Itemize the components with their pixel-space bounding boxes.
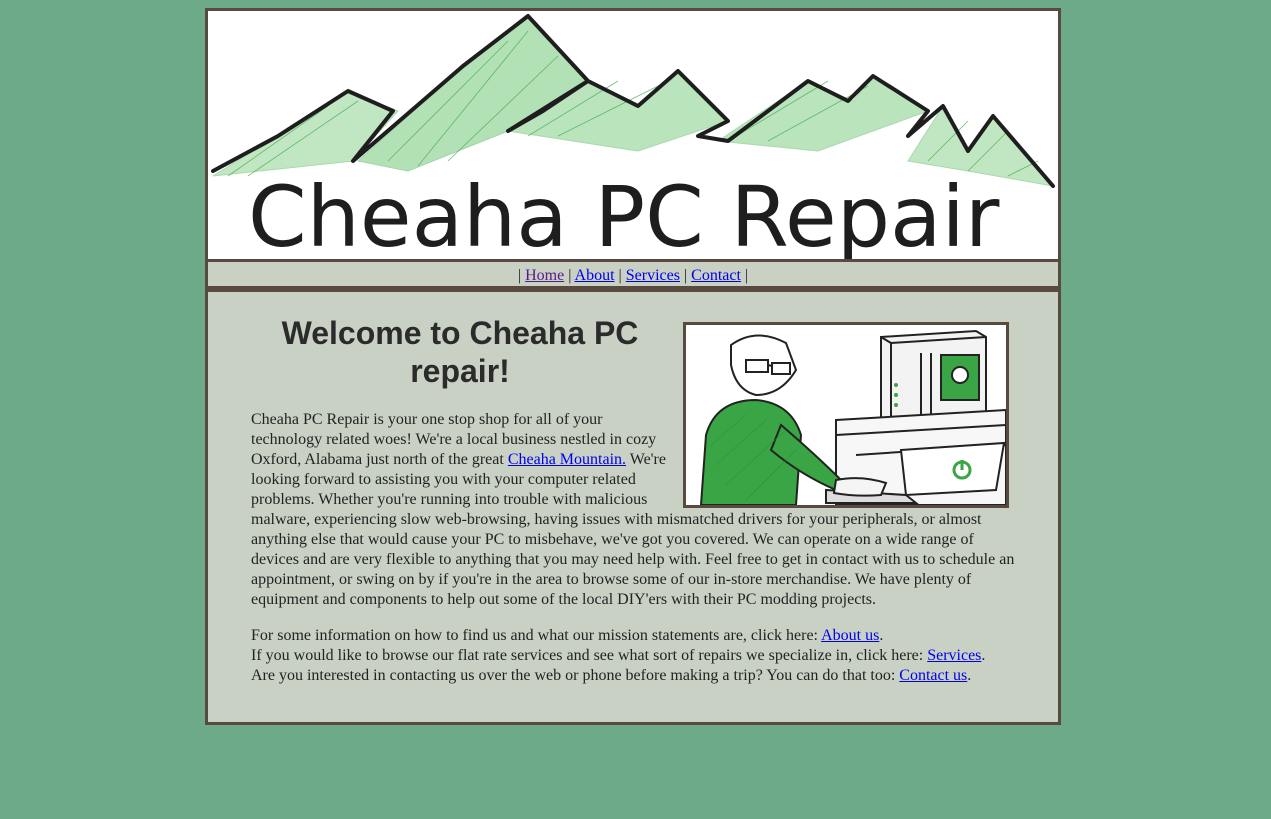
technician-at-computer-icon xyxy=(686,325,1006,505)
main-content-panel: Welcome to Cheaha PC repair! Cheaha PC R… xyxy=(205,289,1061,725)
services-line-end: . xyxy=(981,647,986,664)
nav-link-services[interactable]: Services xyxy=(626,267,680,284)
mountain-logo-icon: Cheaha PC Repair xyxy=(211,14,1055,259)
nav-separator: | xyxy=(683,267,688,284)
site-banner: Cheaha PC Repair xyxy=(205,8,1061,262)
content-area: Welcome to Cheaha PC repair! Cheaha PC R… xyxy=(251,292,1016,686)
services-line-text: If you would like to browse our flat rat… xyxy=(251,647,928,664)
nav-link-about[interactable]: About xyxy=(575,267,615,284)
banner-title: Cheaha PC Repair xyxy=(248,168,1000,259)
nav-separator: | xyxy=(744,267,749,284)
about-line-text: For some information on how to find us a… xyxy=(251,627,822,644)
contact-line-end: . xyxy=(967,667,972,684)
contact-line-text: Are you interested in contacting us over… xyxy=(251,667,900,684)
page-title: Welcome to Cheaha PC repair! xyxy=(281,315,639,389)
technician-illustration xyxy=(683,322,1009,508)
cheaha-mountain-link[interactable]: Cheaha Mountain. xyxy=(508,451,626,468)
about-us-link[interactable]: About us xyxy=(821,627,879,644)
top-nav: | Home | About | Services | Contact | xyxy=(205,262,1061,289)
links-paragraph: For some information on how to find us a… xyxy=(251,626,1016,686)
about-line-end: . xyxy=(879,627,884,644)
nav-separator: | xyxy=(618,267,622,284)
nav-link-home[interactable]: Home xyxy=(525,267,564,284)
page-container: Cheaha PC Repair | Home | About | Servic… xyxy=(205,8,1061,725)
nav-link-contact[interactable]: Contact xyxy=(691,267,741,284)
nav-separator: | xyxy=(517,267,522,284)
contact-us-link[interactable]: Contact us xyxy=(899,667,967,684)
nav-separator: | xyxy=(568,267,572,284)
services-link[interactable]: Services xyxy=(927,647,981,664)
